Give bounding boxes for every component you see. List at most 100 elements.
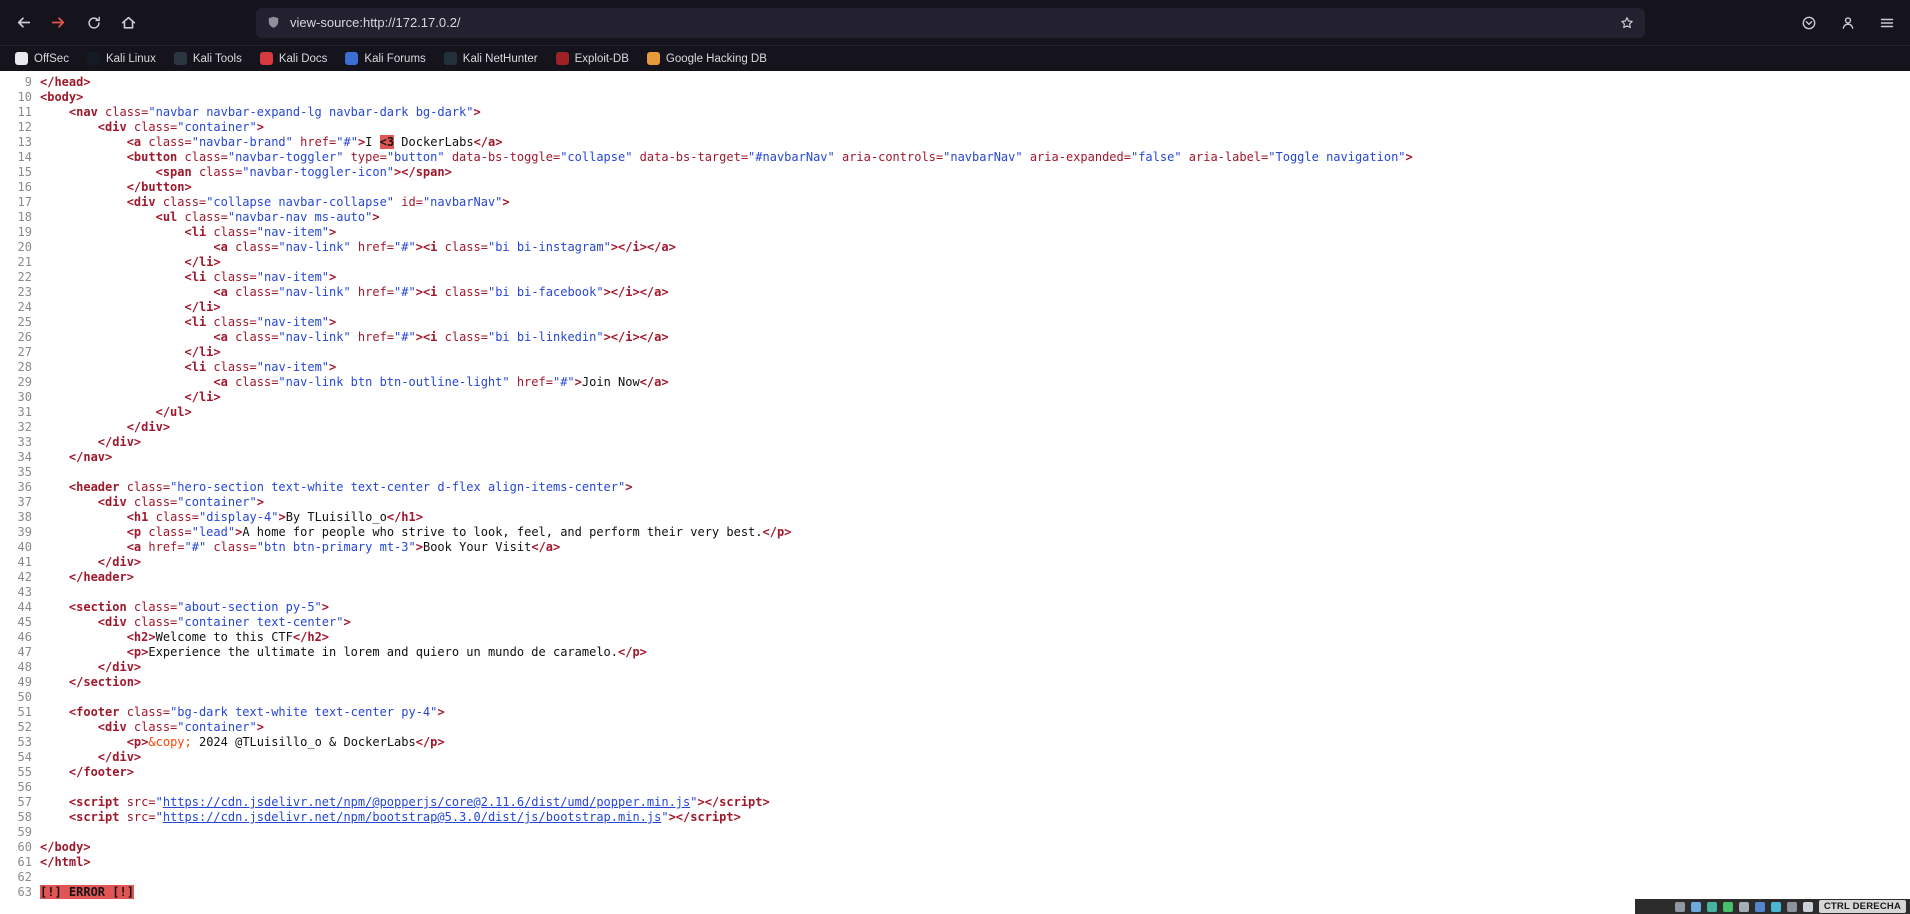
line-code: <li class="nav-item"> [40,360,336,374]
audio-icon[interactable] [1707,902,1717,912]
source-token: ></i></a> [611,240,676,254]
source-token: </head> [40,75,91,89]
source-token: </li> [185,390,221,404]
source-token: class= [192,165,243,179]
source-token: </a> [531,540,560,554]
source-token: id= [394,195,423,209]
back-icon [15,14,32,31]
source-token [40,390,185,404]
source-token: <a [213,285,227,299]
source-link[interactable]: https://cdn.jsdelivr.net/npm/bootstrap@5… [163,810,662,824]
line-number: 15 [4,165,32,180]
bookmark-item[interactable]: Exploit-DB [547,49,638,68]
line-number: 13 [4,135,32,150]
source-token: <a [213,375,227,389]
source-token: "container" [177,120,256,134]
source-token: class= [206,540,257,554]
line-number: 17 [4,195,32,210]
line-code: </body> [40,840,91,854]
bookmark-favicon-icon [87,52,100,65]
line-number: 23 [4,285,32,300]
source-token: > [329,360,336,374]
source-token: </li> [185,255,221,269]
source-token [40,270,185,284]
source-token: aria-expanded= [1023,150,1131,164]
home-button[interactable] [113,7,144,38]
source-token [40,165,156,179]
recording-icon[interactable] [1787,902,1797,912]
bookmark-item[interactable]: Kali Tools [165,49,251,68]
source-token: "Toggle navigation" [1268,150,1405,164]
keyboard-icon[interactable] [1803,902,1813,912]
hdd-icon[interactable] [1675,902,1685,912]
source-line: 60</body> [4,840,1910,855]
line-number: 63 [4,885,32,900]
source-token: </li> [185,300,221,314]
source-token: > [343,615,350,629]
display-icon[interactable] [1771,902,1781,912]
source-token [40,735,127,749]
shield-icon[interactable] [266,15,281,30]
source-token: <3 [380,135,394,149]
source-token: href= [351,285,394,299]
bookmark-label: Kali Linux [106,53,156,65]
source-token [40,555,98,569]
source-token: "bg-dark text-white text-center py-4" [170,705,437,719]
source-line: 20 <a class="nav-link" href="#"><i class… [4,240,1910,255]
line-code: </button> [40,180,192,194]
source-token [40,360,185,374]
source-line: 54 </div> [4,750,1910,765]
forward-button[interactable] [43,7,74,38]
optical-disc-icon[interactable] [1691,902,1701,912]
source-token: <div [98,120,127,134]
source-token [40,225,185,239]
bookmark-label: Kali Forums [364,53,425,65]
source-line: 27 </li> [4,345,1910,360]
line-number: 26 [4,330,32,345]
source-line: 42 </header> [4,570,1910,585]
pocket-button[interactable] [1793,7,1824,38]
line-number: 32 [4,420,32,435]
source-token [40,450,69,464]
line-code: </li> [40,390,221,404]
source-line: 33 </div> [4,435,1910,450]
source-link[interactable]: https://cdn.jsdelivr.net/npm/@popperjs/c… [163,795,690,809]
line-code: </div> [40,750,141,764]
bookmark-star-icon[interactable] [1619,15,1635,31]
source-token: </header> [69,570,134,584]
source-token: </div> [98,555,141,569]
bookmark-item[interactable]: Kali NetHunter [435,49,547,68]
bookmark-item[interactable]: Kali Forums [336,49,434,68]
line-code: <section class="about-section py-5"> [40,600,329,614]
source-line: 18 <ul class="navbar-nav ms-auto"> [4,210,1910,225]
source-token: ><i [416,285,438,299]
bookmark-item[interactable]: Kali Docs [251,49,337,68]
line-code: <script src="https://cdn.jsdelivr.net/np… [40,795,770,809]
bookmark-item[interactable]: OffSec [6,49,78,68]
source-token: "display-4" [199,510,278,524]
back-button[interactable] [8,7,39,38]
network-icon[interactable] [1723,902,1733,912]
source-token: </footer> [69,765,134,779]
bookmark-item[interactable]: Google Hacking DB [638,49,776,68]
usb-icon[interactable] [1739,902,1749,912]
bookmark-favicon-icon [444,52,457,65]
shared-folder-icon[interactable] [1755,902,1765,912]
url-text[interactable]: view-source:http://172.17.0.2/ [290,15,1619,30]
line-number: 28 [4,360,32,375]
source-token: class= [228,240,279,254]
source-token: type= [343,150,386,164]
line-code: </li> [40,300,221,314]
menu-button[interactable] [1871,7,1902,38]
url-bar[interactable]: view-source:http://172.17.0.2/ [256,8,1645,38]
account-button[interactable] [1832,7,1863,38]
source-token: class= [437,240,488,254]
source-token: "navbar-toggler-icon" [242,165,394,179]
source-token: <a [213,330,227,344]
source-token: aria-controls= [835,150,943,164]
source-line: 16 </button> [4,180,1910,195]
bookmark-item[interactable]: Kali Linux [78,49,165,68]
source-token: "container" [177,495,256,509]
source-token: <script [69,810,120,824]
reload-button[interactable] [78,7,109,38]
